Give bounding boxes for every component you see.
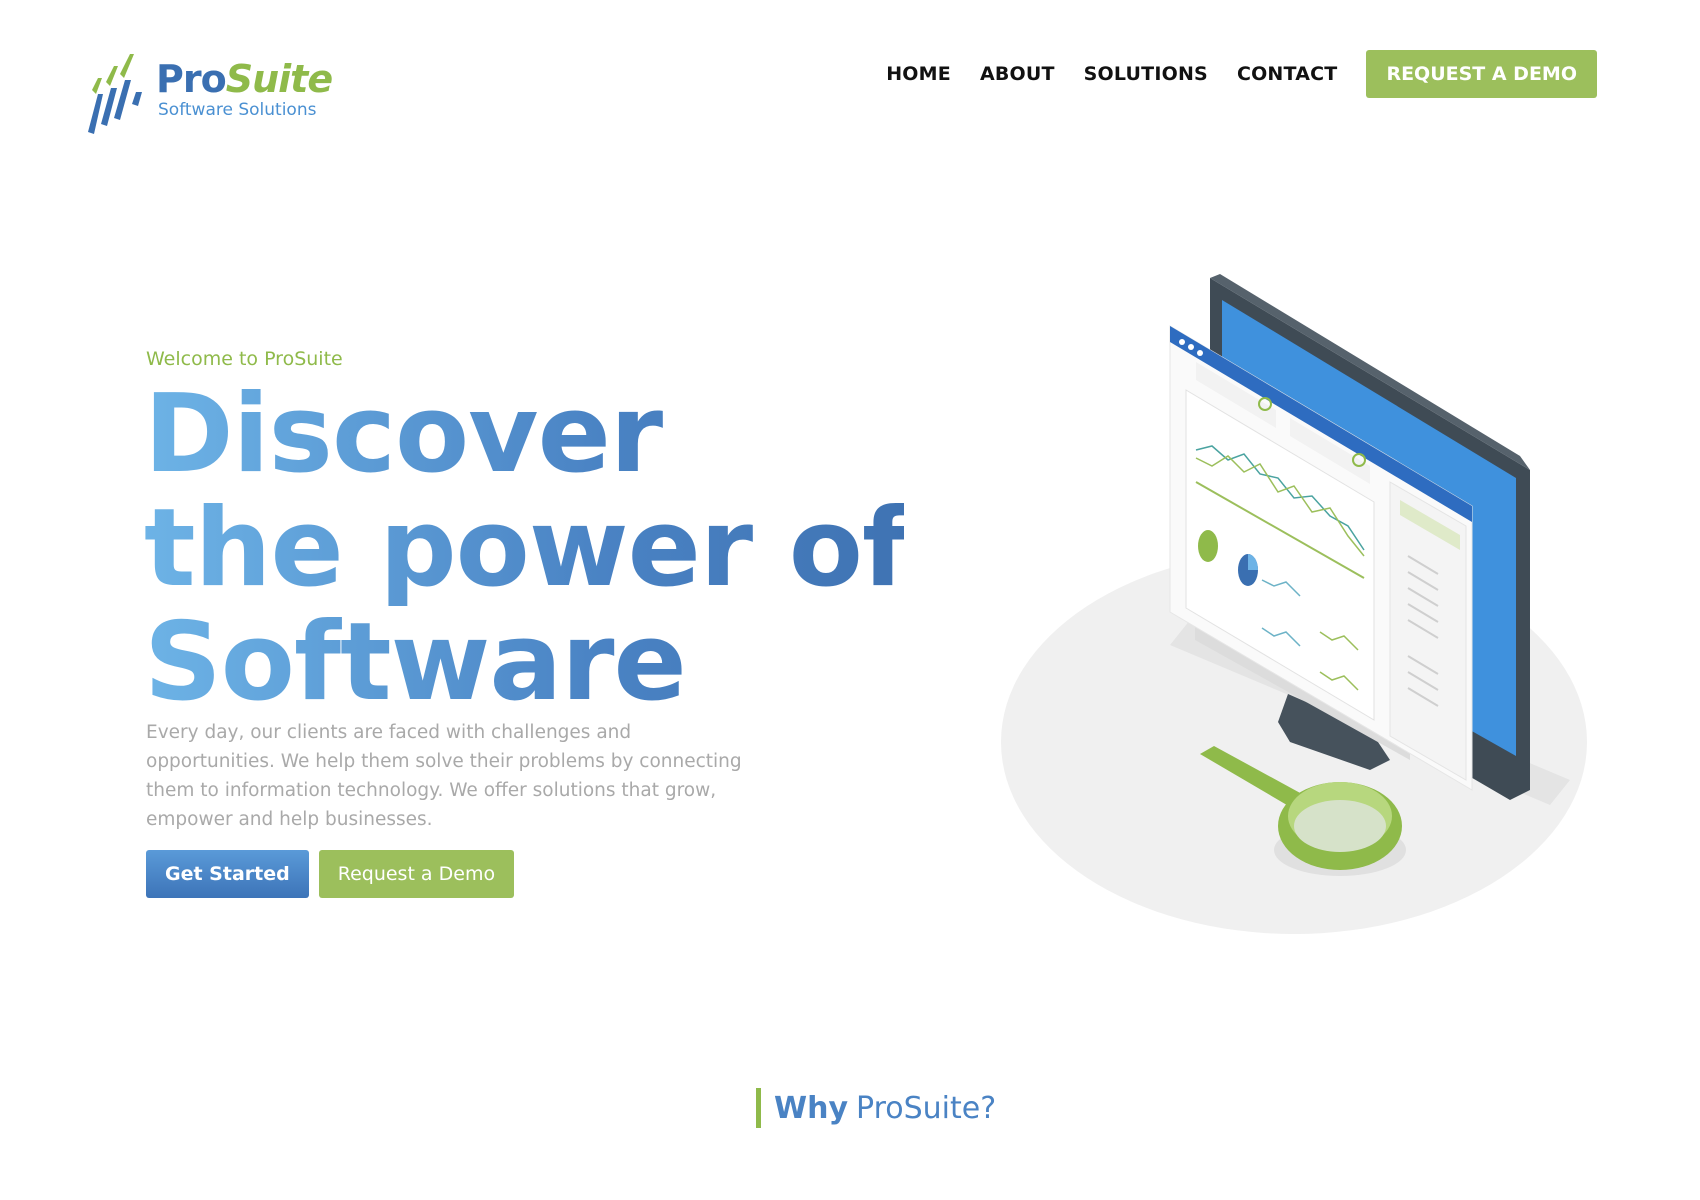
hero-title-line-1: Discover: [144, 378, 904, 492]
pie-chart: [1198, 530, 1218, 562]
hero-title-line-3: Software: [144, 606, 904, 720]
logo-bars-icon: [88, 54, 142, 134]
main-nav: HOME ABOUT SOLUTIONS CONTACT REQUEST A D…: [886, 50, 1597, 98]
why-title-rest: ProSuite?: [856, 1090, 997, 1126]
request-demo-button[interactable]: Request a Demo: [318, 850, 515, 898]
magnifier-glass: [1294, 800, 1386, 852]
why-section-title: Why ProSuite?: [756, 1088, 996, 1128]
window-dot: [1197, 350, 1203, 356]
nav-about[interactable]: ABOUT: [980, 63, 1055, 85]
landing-page: ProSuite Software Solutions HOME ABOUT S…: [0, 0, 1700, 1200]
monitor-dashboard-illustration: [1001, 274, 1587, 934]
nav-solutions[interactable]: SOLUTIONS: [1084, 63, 1208, 85]
hero-title: Discover the power of Software: [144, 378, 909, 720]
window-dot: [1188, 344, 1194, 350]
nav-request-demo-button[interactable]: REQUEST A DEMO: [1366, 50, 1597, 98]
brand-tagline: Software Solutions: [158, 100, 317, 120]
window-dot: [1179, 339, 1185, 345]
nav-contact[interactable]: CONTACT: [1237, 63, 1338, 85]
brand-logo[interactable]: ProSuite Software Solutions: [84, 52, 333, 138]
why-title-strong: Why: [774, 1090, 849, 1126]
hero-eyebrow: Welcome to ProSuite: [146, 348, 343, 370]
nav-home[interactable]: HOME: [886, 63, 951, 85]
brand-name: ProSuite: [156, 57, 333, 101]
get-started-button[interactable]: Get Started: [146, 850, 309, 898]
hero-buttons: Get Started Request a Demo: [146, 850, 515, 898]
hero-title-line-2: the power of: [144, 486, 909, 611]
hero-description: Every day, our clients are faced with ch…: [146, 722, 742, 830]
